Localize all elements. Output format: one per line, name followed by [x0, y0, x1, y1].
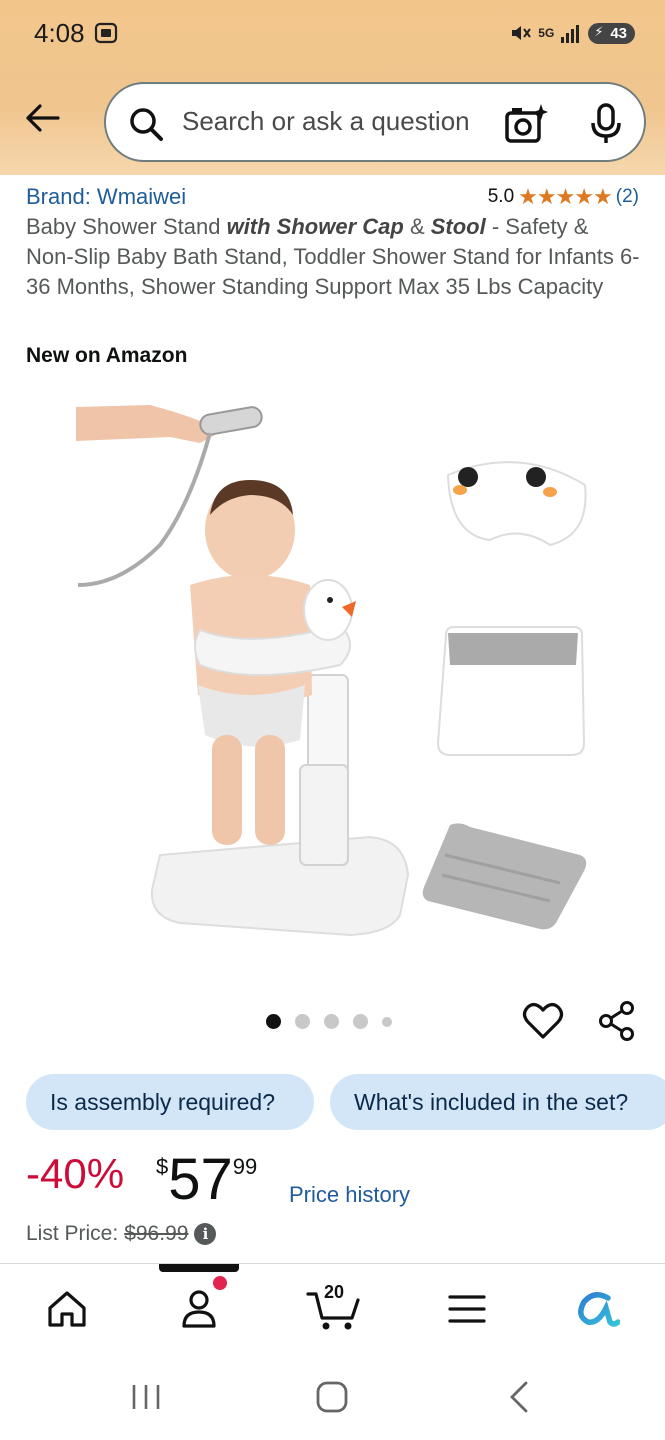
duck-icon [303, 579, 356, 641]
mute-icon [512, 26, 532, 40]
network-type: 5G [538, 25, 555, 40]
list-price: List Price: $96.99 i [26, 1222, 217, 1246]
system-home-icon[interactable] [314, 1379, 350, 1415]
shower-cap-icon [446, 461, 587, 547]
new-on-amazon-badge: New on Amazon [26, 344, 188, 367]
active-tab-indicator [159, 1264, 239, 1272]
recent-apps-icon[interactable] [128, 1379, 164, 1415]
heart-icon[interactable] [522, 1000, 564, 1042]
system-navigation-bar [0, 1353, 665, 1440]
screenshot-icon [94, 22, 118, 44]
status-time: 4:08 [34, 18, 85, 48]
battery-indicator: 43 [588, 22, 635, 44]
carousel-dot[interactable] [266, 1014, 281, 1029]
carousel-dot[interactable] [324, 1014, 339, 1029]
carousel-dot[interactable] [353, 1014, 368, 1029]
list-price-label: List Price: [26, 1222, 119, 1245]
price: $ 57 99 [156, 1148, 257, 1212]
share-icon[interactable] [596, 1000, 638, 1042]
product-title: Baby Shower Stand with Shower Cap & Stoo… [26, 212, 641, 302]
rating-value: 5.0 [487, 186, 515, 207]
back-arrow-icon[interactable] [22, 98, 62, 138]
question-chip-assembly[interactable]: Is assembly required? [26, 1074, 314, 1130]
info-icon[interactable]: i [194, 1223, 217, 1245]
carousel-dot[interactable] [295, 1014, 310, 1029]
title-emphasis: Stool [430, 214, 486, 239]
rating-summary[interactable]: 5.0 ★★★★★ (2) [488, 184, 639, 210]
price-fraction: 99 [232, 1154, 258, 1179]
price-history-link[interactable]: Price history [289, 1182, 410, 1208]
product-image[interactable] [50, 385, 615, 985]
star-rating-icon: ★★★★★ [518, 184, 613, 209]
discount-percent: -40% [26, 1150, 125, 1197]
title-text: & [403, 214, 431, 239]
signal-icon [561, 25, 580, 43]
title-emphasis: with Shower Cap [226, 214, 404, 239]
status-bar: 4:08 5G 43 [0, 0, 665, 68]
stool-icon [436, 626, 586, 756]
list-price-value: $96.99 [124, 1222, 189, 1245]
bath-mat-icon [422, 823, 587, 930]
search-bar[interactable]: Search or ask a question [104, 82, 646, 162]
price-currency: $ [156, 1154, 169, 1179]
title-text: Baby Shower Stand [26, 214, 227, 239]
search-input[interactable]: Search or ask a question [182, 106, 470, 137]
status-indicators: 5G 43 [510, 18, 635, 48]
camera-search-icon[interactable] [504, 102, 548, 146]
system-back-icon[interactable] [502, 1379, 538, 1415]
rufus-ai-icon[interactable] [574, 1286, 620, 1332]
search-icon [130, 108, 163, 141]
price-whole: 57 [168, 1147, 233, 1212]
menu-icon[interactable] [444, 1286, 490, 1332]
home-icon[interactable] [44, 1286, 90, 1332]
microphone-icon[interactable] [590, 102, 622, 146]
brand-link[interactable]: Brand: Wmaiwei [26, 184, 186, 210]
rating-count[interactable]: (2) [616, 186, 639, 208]
question-chip-included[interactable]: What's included in the set? [330, 1074, 665, 1130]
account-icon[interactable] [176, 1286, 222, 1332]
notification-dot [213, 1276, 227, 1290]
carousel-dot[interactable] [382, 1016, 392, 1027]
carousel-dots[interactable] [266, 1014, 392, 1029]
bottom-navigation [0, 1263, 665, 1353]
cart-count-badge: 20 [324, 1282, 345, 1302]
